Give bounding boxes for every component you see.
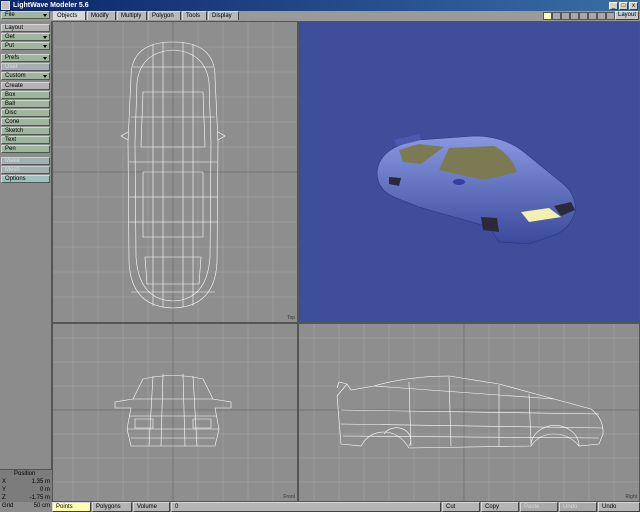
undo-button[interactable]: Undo: [598, 502, 640, 512]
layer-button[interactable]: [579, 12, 588, 20]
layer-button[interactable]: [606, 12, 615, 20]
layout-heading: Layout: [1, 24, 50, 32]
paste-button: Paste: [520, 502, 558, 512]
minimize-button[interactable]: _: [609, 1, 618, 10]
polygons-mode-button[interactable]: Polygons: [92, 502, 132, 512]
perspective-viewport[interactable]: [298, 21, 640, 323]
top-viewport[interactable]: Top: [52, 21, 298, 323]
put-menu[interactable]: Put: [1, 42, 50, 50]
x-label: X: [2, 479, 7, 485]
z-label: Z: [2, 495, 6, 501]
prefs-menu[interactable]: Prefs: [1, 54, 50, 62]
front-viewport-label: Front: [283, 494, 295, 500]
position-z-row: Z -1.75 m: [2, 495, 50, 501]
create-heading: Create: [1, 82, 50, 90]
custom-menu[interactable]: Custom: [1, 72, 50, 80]
tab-objects[interactable]: Objects: [53, 11, 86, 20]
position-title: Position: [14, 471, 36, 477]
layer-button[interactable]: [597, 12, 606, 20]
bottom-bar: Points Polygons Volume 0 Cut Copy Paste …: [52, 502, 640, 512]
y-label: Y: [2, 487, 7, 493]
grid-label: Grid: [2, 503, 14, 509]
cut-button[interactable]: Cut: [442, 502, 480, 512]
front-view-wireframe: [53, 324, 297, 501]
pen-button[interactable]: Pen: [1, 145, 50, 153]
maximize-button[interactable]: □: [619, 1, 628, 10]
mesh-button: Mesh: [1, 166, 50, 174]
cone-button[interactable]: Cone: [1, 118, 50, 126]
copy-button[interactable]: Copy: [481, 502, 519, 512]
close-button[interactable]: x: [629, 1, 638, 10]
app-icon: [1, 1, 10, 10]
position-x-row: X 1.35 m: [2, 479, 50, 485]
text-button[interactable]: Text: [1, 136, 50, 144]
box-button[interactable]: Box: [1, 91, 50, 99]
tab-modify[interactable]: Modify: [87, 11, 116, 20]
front-viewport[interactable]: Front: [52, 323, 298, 502]
x-value: 1.35 m: [31, 479, 50, 485]
make-button: Make: [1, 157, 50, 165]
user-menu: User: [1, 63, 50, 71]
side-viewport-label: Right: [625, 494, 637, 500]
car-render: [376, 134, 576, 245]
disc-button[interactable]: Disc: [1, 109, 50, 117]
layout-button[interactable]: Layout: [615, 11, 639, 20]
grid-size: Grid 50 cm: [0, 502, 52, 512]
window-title: LightWave Modeler 5.6: [13, 2, 89, 9]
points-mode-button[interactable]: Points: [52, 502, 91, 512]
selection-count: 0: [171, 502, 441, 512]
tab-row: Objects Modify Multiply Polygon Tools Di…: [0, 11, 640, 21]
undo-disabled-button: Undo: [559, 502, 597, 512]
ball-button[interactable]: Ball: [1, 100, 50, 108]
position-y-row: Y 0 m: [2, 487, 50, 493]
layer-button[interactable]: [552, 12, 561, 20]
position-panel: Position X 1.35 m Y 0 m Z -1.75 m: [0, 469, 52, 502]
tab-tools[interactable]: Tools: [182, 11, 207, 20]
tab-multiply[interactable]: Multiply: [117, 11, 147, 20]
title-bar: LightWave Modeler 5.6 _ □ x: [0, 0, 640, 11]
grid-value: 50 cm: [33, 503, 50, 509]
tab-polygon[interactable]: Polygon: [148, 11, 181, 20]
file-menu[interactable]: File: [1, 11, 50, 19]
top-view-wireframe: [53, 22, 297, 322]
volume-mode-button[interactable]: Volume: [133, 502, 170, 512]
options-button[interactable]: Options: [1, 175, 50, 183]
layer-button[interactable]: [588, 12, 597, 20]
top-viewport-label: Top: [286, 315, 295, 321]
get-menu[interactable]: Get: [1, 33, 50, 41]
z-value: -1.75 m: [29, 495, 50, 501]
layer-button[interactable]: [561, 12, 570, 20]
layer-button[interactable]: [543, 12, 552, 20]
left-toolbar: File Layout Get Put Prefs User Custom Cr…: [0, 11, 52, 502]
tab-display[interactable]: Display: [208, 11, 239, 20]
side-view-wireframe: [299, 324, 639, 501]
layer-button[interactable]: [570, 12, 579, 20]
modeler-window: LightWave Modeler 5.6 _ □ x Objects Modi…: [0, 0, 640, 512]
y-value: 0 m: [39, 487, 50, 493]
side-viewport[interactable]: Right: [298, 323, 640, 502]
sketch-button[interactable]: Sketch: [1, 127, 50, 135]
